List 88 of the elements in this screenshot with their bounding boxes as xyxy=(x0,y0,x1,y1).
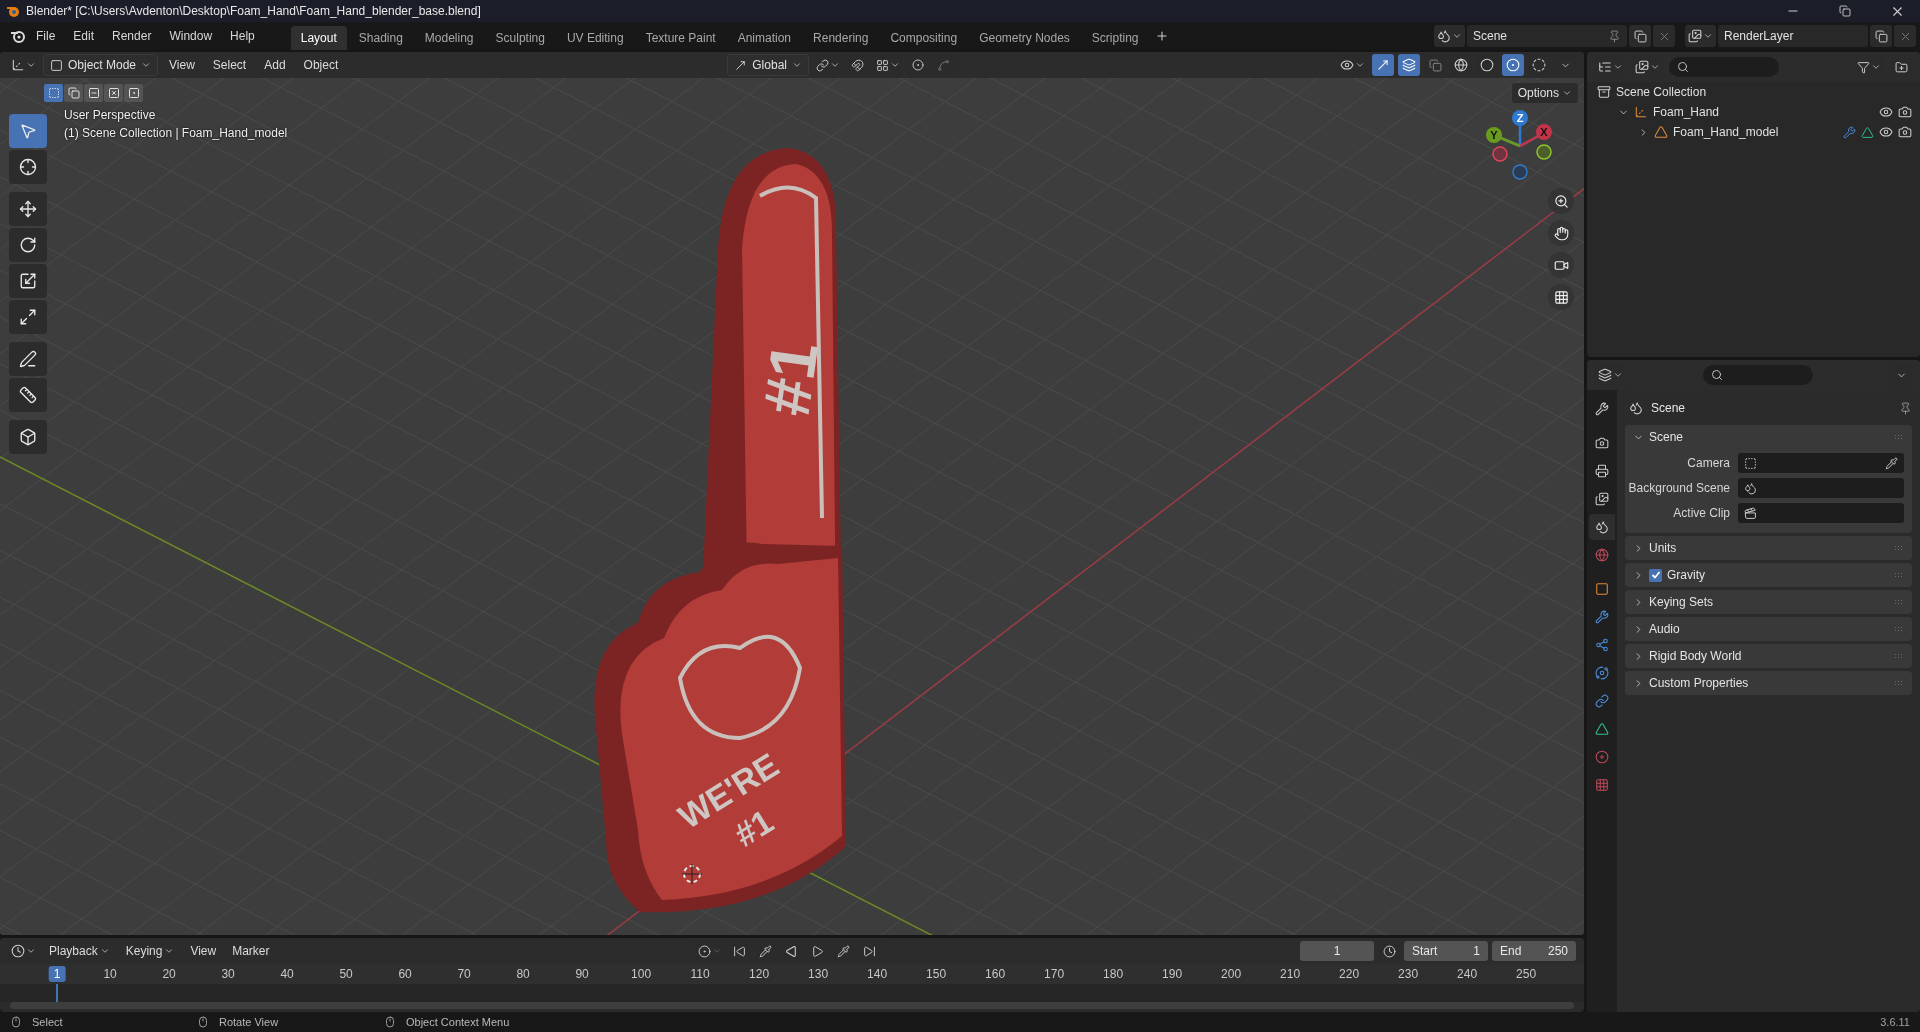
outliner-item-label[interactable]: Scene Collection xyxy=(1616,85,1707,99)
field-label: Background Scene xyxy=(1627,481,1730,495)
end-frame-field[interactable]: End 250 xyxy=(1492,941,1576,961)
axis-label: Z xyxy=(1516,112,1524,124)
version-text: 3.6.11 xyxy=(1880,1016,1910,1028)
workspace-tab[interactable]: Compositing xyxy=(880,26,968,50)
decal-text: #1 xyxy=(748,336,833,420)
menu-item[interactable]: Help xyxy=(222,25,263,47)
orientation-dropdown[interactable]: Global xyxy=(727,54,809,76)
menu-item[interactable]: Marker xyxy=(226,941,276,961)
workspace-tab[interactable]: Modeling xyxy=(414,26,484,50)
frame-number: 250 xyxy=(1516,967,1537,981)
frame-number: 30 xyxy=(221,967,235,981)
frame-number: 210 xyxy=(1280,967,1301,981)
workspace-tab[interactable]: UV Editing xyxy=(556,26,634,50)
frame-number: 190 xyxy=(1162,967,1183,981)
frame-number: 20 xyxy=(162,967,176,981)
window-title: Blender* [C:\Users\Avdenton\Desktop\Foam_Hand\Foam_Hand_blender_base.blend] xyxy=(26,4,482,18)
frame-number: 90 xyxy=(575,967,589,981)
workspace-tab[interactable]: Geometry Nodes xyxy=(969,26,1080,50)
frame-number: 60 xyxy=(398,967,412,981)
panel-title[interactable]: Scene xyxy=(1649,430,1889,444)
viewport-info-text: User Perspective xyxy=(64,108,157,122)
menu-item[interactable]: Object xyxy=(296,55,346,75)
current-frame-field[interactable]: 1 xyxy=(1300,941,1374,961)
axis-label: Y xyxy=(1490,129,1498,141)
field-label: Active Clip xyxy=(1672,506,1730,520)
axis-label: X xyxy=(1540,126,1548,138)
panel-title[interactable]: Keying Sets xyxy=(1649,595,1889,609)
viewport-info-text: (1) Scene Collection | Foam_Hand_model xyxy=(64,126,288,140)
frame-number: 70 xyxy=(457,967,471,981)
frame-number: 120 xyxy=(749,967,770,981)
frame-number: 80 xyxy=(516,967,530,981)
frame-number: 10 xyxy=(103,967,117,981)
field-value: 250 xyxy=(1548,944,1568,958)
mode-dropdown[interactable]: Object Mode xyxy=(43,54,159,76)
field-label: Start xyxy=(1412,944,1438,958)
panel-title[interactable]: Audio xyxy=(1649,622,1889,636)
frame-number: 160 xyxy=(985,967,1006,981)
menu-item[interactable]: Select xyxy=(205,55,254,75)
frame-number: 220 xyxy=(1339,967,1360,981)
field-label: Camera xyxy=(1686,456,1730,470)
frame-number: 200 xyxy=(1221,967,1242,981)
workspace-tab[interactable]: Texture Paint xyxy=(635,26,726,50)
workspace-tab[interactable]: Sculpting xyxy=(485,26,555,50)
view-layer-field[interactable]: RenderLayer xyxy=(1718,25,1868,47)
field-label: End xyxy=(1500,944,1522,958)
menu-item[interactable]: Playback xyxy=(43,941,116,961)
frame-number: 140 xyxy=(867,967,888,981)
status-hint: Select xyxy=(32,1016,64,1028)
start-frame-field[interactable]: Start 1 xyxy=(1404,941,1488,961)
workspace-tab[interactable]: Shading xyxy=(348,26,413,50)
options-dropdown[interactable]: Options xyxy=(1511,83,1578,103)
menu-item[interactable]: File xyxy=(28,25,64,47)
menu-item[interactable]: Add xyxy=(257,55,293,75)
panel-title[interactable]: Units xyxy=(1649,541,1889,555)
field-value: 1 xyxy=(1473,944,1480,958)
frame-number: 130 xyxy=(808,967,829,981)
menu-item[interactable]: Render xyxy=(104,25,160,47)
frame-number: 40 xyxy=(280,967,294,981)
outliner-item-label[interactable]: Foam_Hand_model xyxy=(1673,125,1779,139)
workspace-tab[interactable]: Rendering xyxy=(803,26,879,50)
menu-item[interactable]: Window xyxy=(161,25,221,47)
outliner-item-label[interactable]: Foam_Hand xyxy=(1653,105,1720,119)
frame-number: 180 xyxy=(1103,967,1124,981)
workspace-tab[interactable]: Scripting xyxy=(1081,26,1149,50)
frame-number: 170 xyxy=(1044,967,1065,981)
frame-number: 100 xyxy=(631,967,652,981)
menu-item[interactable]: Keying xyxy=(119,941,181,961)
menu-item[interactable]: Edit xyxy=(65,25,103,47)
status-hint: Rotate View xyxy=(219,1016,280,1028)
status-hint: Object Context Menu xyxy=(406,1016,511,1028)
frame-number: 150 xyxy=(926,967,947,981)
panel-title[interactable]: Custom Properties xyxy=(1649,676,1889,690)
frame-number: 240 xyxy=(1457,967,1478,981)
frame-number: 110 xyxy=(690,967,710,981)
menu-item[interactable]: View xyxy=(162,55,202,75)
panel-title[interactable]: Rigid Body World xyxy=(1649,649,1889,663)
workspace-tab[interactable]: Layout xyxy=(290,26,347,50)
panel-title[interactable]: Gravity xyxy=(1667,568,1889,582)
axis-gizmo-drawing[interactable]: Z Y X xyxy=(1486,110,1552,180)
playhead[interactable]: 1 xyxy=(48,966,66,982)
workspace-tab[interactable]: Animation xyxy=(727,26,802,50)
scene-field[interactable]: Scene xyxy=(1467,25,1627,47)
context-title: Scene xyxy=(1651,401,1687,415)
menu-item[interactable]: View xyxy=(184,941,223,961)
frame-number: 230 xyxy=(1398,967,1419,981)
frame-number: 50 xyxy=(339,967,353,981)
